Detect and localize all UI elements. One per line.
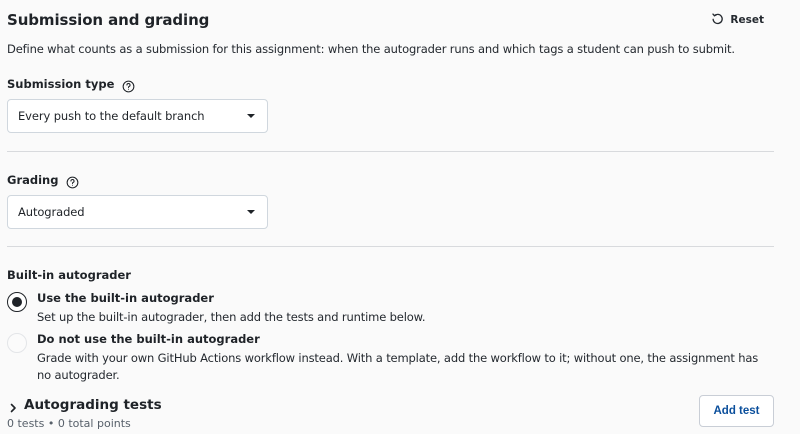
help-circle-icon[interactable] [66, 174, 79, 188]
help-circle-icon[interactable] [122, 78, 135, 92]
section-description: Define what counts as a submission for t… [7, 42, 735, 56]
submission-type-label: Submission type [7, 77, 115, 91]
autograder-label: Built-in autograder [7, 268, 131, 282]
submission-type-select[interactable]: Every push to the default branch [7, 99, 268, 133]
autograding-tests-toggle[interactable]: Autograding tests [24, 397, 162, 413]
use-autograder-radio[interactable] [7, 292, 27, 312]
chevron-down-icon [247, 114, 255, 118]
chevron-right-icon[interactable] [7, 399, 19, 413]
add-test-button[interactable]: Add test [699, 395, 774, 427]
grading-select[interactable]: Autograded [7, 195, 268, 229]
tests-summary: 0 tests • 0 total points [7, 417, 131, 430]
radio-title: Do not use the built-in autograder [37, 332, 260, 346]
submission-type-value: Every push to the default branch [18, 109, 205, 123]
divider [7, 151, 774, 152]
page-title: Submission and grading [7, 11, 210, 29]
reset-label: Reset [730, 14, 764, 26]
section-header: Submission and grading Reset [7, 9, 774, 33]
reset-button[interactable]: Reset [711, 11, 764, 29]
radio-description: Set up the built-in autograder, then add… [37, 310, 426, 324]
grading-label: Grading [7, 173, 59, 187]
no-autograder-radio[interactable] [7, 333, 27, 353]
grading-label-row: Grading [7, 173, 79, 188]
undo-icon [711, 12, 724, 28]
divider [7, 246, 774, 247]
submission-grading-panel: Submission and grading Reset Define what… [0, 0, 800, 434]
chevron-down-icon [247, 210, 255, 214]
autograding-tests-row: Autograding tests 0 tests • 0 total poin… [7, 395, 774, 432]
grading-value: Autograded [18, 205, 85, 219]
radio-description: Grade with your own GitHub Actions workf… [37, 351, 759, 382]
radio-title: Use the built-in autograder [37, 291, 214, 305]
submission-type-label-row: Submission type [7, 77, 135, 92]
